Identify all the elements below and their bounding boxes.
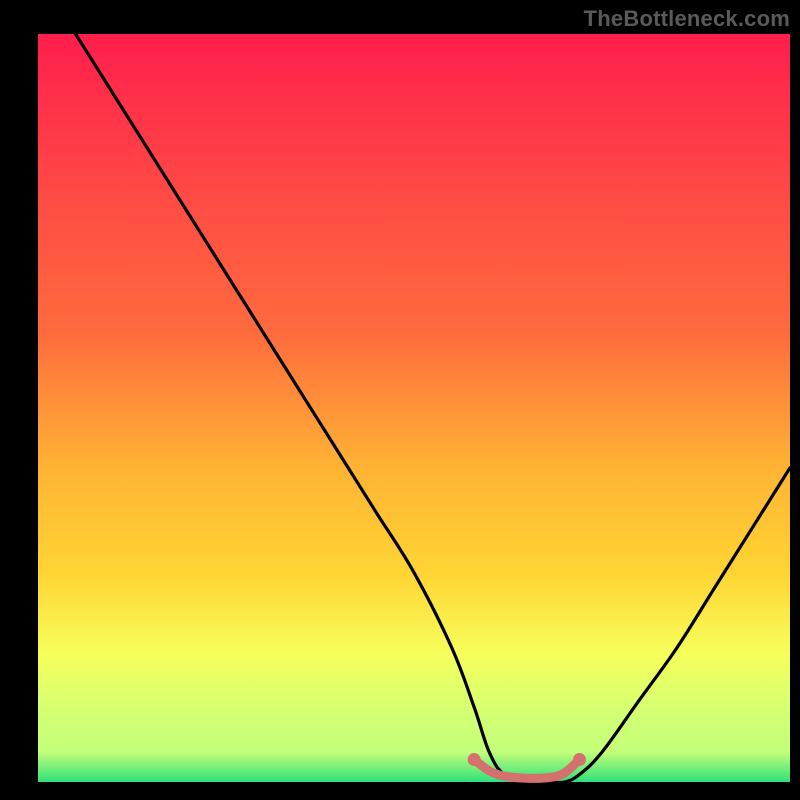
watermark-text: TheBottleneck.com [584,6,790,32]
optimal-range-end-dot [573,753,586,766]
bottleneck-chart [0,0,800,800]
chart-frame: TheBottleneck.com [0,0,800,800]
optimal-range-start-dot [468,753,481,766]
plot-background [38,34,790,782]
